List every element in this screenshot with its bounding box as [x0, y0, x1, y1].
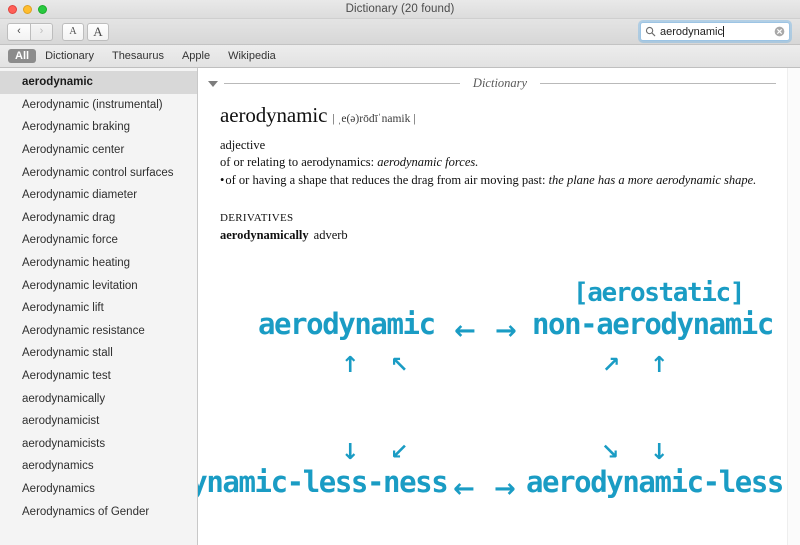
diagram-node-aerodynamic: aerodynamic [258, 307, 436, 341]
sense-2: •of or having a shape that reduces the d… [220, 172, 770, 189]
header-rule-left [224, 83, 460, 84]
title-bar: Dictionary (20 found) [0, 0, 800, 19]
diagram-arrow-lower-right-down: ↓ [650, 440, 669, 465]
section-label: Dictionary [472, 76, 528, 90]
sense-1-example: aerodynamic forces. [377, 155, 479, 170]
chevron-right-icon: › [39, 25, 44, 37]
sidebar-item-aerodynamic-braking[interactable]: Aerodynamic braking [0, 116, 197, 139]
sidebar-item-aerodynamic-stall[interactable]: Aerodynamic stall [0, 342, 197, 365]
search-field[interactable]: aerodynamic [640, 22, 790, 41]
derivative-word: aerodynamically [220, 227, 309, 242]
sense-2-text: of or having a shape that reduces the dr… [225, 172, 549, 187]
search-input-value: aerodynamic [660, 25, 723, 38]
diagram-arrow-lower-left-down-left: ↙ [390, 440, 409, 465]
headword: aerodynamic [220, 103, 328, 127]
diagram-arrow-bottom-left: ← [453, 474, 475, 504]
sidebar-item-aerodynamics-lower[interactable]: aerodynamics [0, 455, 197, 478]
sidebar-item-aerodynamic-heating[interactable]: Aerodynamic heating [0, 252, 197, 275]
search-icon [645, 26, 656, 37]
font-size-button-group: A A [62, 22, 109, 41]
sidebar-item-aerodynamic-drag[interactable]: Aerodynamic drag [0, 207, 197, 230]
diagram-node-aerodynamic-less-ness: aerodynamic-less-ness [198, 465, 449, 499]
phonetic-transcription: | ˌe(ə)rōdīˈnamik | [332, 113, 416, 125]
part-of-speech: adjective [220, 137, 266, 152]
definition-pane: Dictionary aerodynamic | ˌe(ə)rōdīˈnamik… [198, 68, 800, 545]
diagram-arrow-lower-left-down: ↓ [341, 440, 360, 465]
header-rule-right [540, 83, 777, 84]
diagram-arrow-bottom-right: → [494, 474, 516, 504]
dictionary-section-header: Dictionary [198, 68, 800, 91]
derivative-entry: aerodynamically adverb [220, 227, 770, 244]
diagram-node-aerodynamic-less: aerodynamic-less [526, 465, 784, 499]
sidebar-item-aerodynamics-of-gender[interactable]: Aerodynamics of Gender [0, 500, 197, 523]
decrease-font-size-button[interactable]: A [62, 22, 84, 41]
vertical-scrollbar[interactable] [787, 68, 800, 545]
sidebar-item-aerodynamic-levitation[interactable]: Aerodynamic levitation [0, 274, 197, 297]
sidebar-item-aerodynamic-diameter[interactable]: Aerodynamic diameter [0, 184, 197, 207]
sidebar-item-aerodynamics-upper[interactable]: Aerodynamics [0, 478, 197, 501]
search-input[interactable]: aerodynamic [660, 25, 770, 38]
derivative-part-of-speech: adverb [313, 227, 348, 242]
toolbar: ‹ › A A aerodynamic [0, 19, 800, 45]
sidebar-item-aerodynamic-test[interactable]: Aerodynamic test [0, 365, 197, 388]
sidebar-item-aerodynamic-control-surfaces[interactable]: Aerodynamic control surfaces [0, 161, 197, 184]
diagram-arrow-left-up: ↑ [341, 353, 360, 378]
sense-1-text: of or relating to aerodynamics: [220, 155, 378, 170]
sense-1: of or relating to aerodynamics: aerodyna… [220, 154, 770, 171]
tab-apple[interactable]: Apple [173, 49, 219, 63]
sidebar-item-aerodynamicists[interactable]: aerodynamicists [0, 433, 197, 456]
sense-2-example: the plane has a more aerodynamic shape. [548, 172, 757, 187]
derivatives-heading: DERIVATIVES [220, 212, 294, 225]
definition-body: aerodynamic | ˌe(ə)rōdīˈnamik | adjectiv… [198, 91, 800, 243]
diagram-arrow-lower-right-down-right: ↘ [601, 440, 620, 465]
diagram-node-aerostatic: [aerostatic] [573, 278, 745, 308]
diagram-arrow-right-up: ↑ [650, 353, 669, 378]
sidebar-item-aerodynamic-force[interactable]: Aerodynamic force [0, 229, 197, 252]
sidebar-item-aerodynamicist[interactable]: aerodynamicist [0, 410, 197, 433]
tab-dictionary[interactable]: Dictionary [36, 49, 103, 63]
dictionary-window: Dictionary (20 found) ‹ › A A aerodynami… [0, 0, 800, 545]
increase-font-size-button[interactable]: A [87, 22, 109, 41]
sidebar-item-aerodynamic[interactable]: aerodynamic [0, 71, 197, 94]
clear-search-icon[interactable] [774, 26, 785, 37]
sidebar-item-aerodynamic-center[interactable]: Aerodynamic center [0, 139, 197, 162]
sidebar-item-aerodynamically[interactable]: aerodynamically [0, 387, 197, 410]
diagram-node-non-aerodynamic: non-aerodynamic [532, 307, 774, 341]
disclosure-triangle-icon[interactable] [208, 80, 218, 87]
source-tab-bar: All Dictionary Thesaurus Apple Wikipedia [0, 45, 800, 68]
tab-all[interactable]: All [8, 49, 37, 63]
text-caret [722, 25, 724, 37]
diagram-arrow-left-up-left: ↖ [390, 353, 409, 378]
tab-wikipedia[interactable]: Wikipedia [219, 49, 285, 63]
diagram-arrow-mid-left: ← [454, 316, 476, 346]
headword-line: aerodynamic | ˌe(ə)rōdīˈnamik | [220, 102, 770, 130]
back-button[interactable]: ‹ [7, 22, 30, 41]
tab-thesaurus[interactable]: Thesaurus [103, 49, 173, 63]
navigation-button-group: ‹ › [7, 22, 53, 41]
forward-button[interactable]: › [30, 22, 53, 41]
window-title: Dictionary (20 found) [345, 2, 455, 15]
sidebar-item-aerodynamic-instrumental[interactable]: Aerodynamic (instrumental) [0, 94, 197, 117]
main-body: aerodynamic Aerodynamic (instrumental) A… [0, 68, 800, 545]
results-sidebar[interactable]: aerodynamic Aerodynamic (instrumental) A… [0, 68, 198, 545]
bullet-icon: • [220, 172, 225, 187]
chevron-left-icon: ‹ [17, 25, 21, 37]
diagram-arrow-right-up-right: ↗ [602, 353, 621, 378]
sidebar-item-aerodynamic-resistance[interactable]: Aerodynamic resistance [0, 320, 197, 343]
diagram-arrow-mid-right: → [495, 316, 517, 346]
sidebar-item-aerodynamic-lift[interactable]: Aerodynamic lift [0, 297, 197, 320]
